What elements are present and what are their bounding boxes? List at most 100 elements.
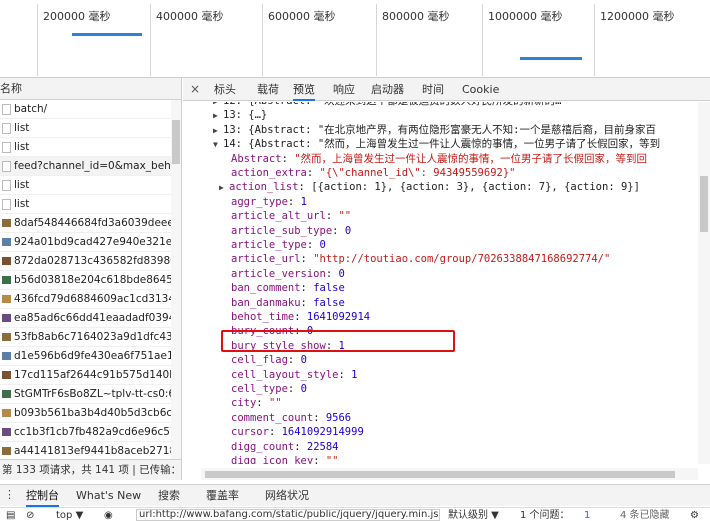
preview-line[interactable]: Abstract: "然而，上海曾发生过一件让人震惊的事情，一位男子请了长假回家… xyxy=(231,152,647,166)
hidden-count: 4 条已隐藏 xyxy=(620,510,670,521)
drawer-tab[interactable]: 搜索 xyxy=(158,485,180,507)
expand-arrow-icon[interactable]: ▶ xyxy=(213,124,223,138)
request-row[interactable]: d1e596b6d9fe430ea6f751ae14 xyxy=(0,347,181,366)
preview-scrollbar[interactable] xyxy=(698,102,710,464)
request-name: 872da028713c436582fd839802 xyxy=(14,255,181,267)
property-value: 0 xyxy=(344,224,352,237)
preview-line[interactable]: digg_count: 22584 xyxy=(231,440,338,454)
request-row[interactable]: 53fb8ab6c7164023a9d1dfc43bf xyxy=(0,328,181,347)
tab-2[interactable]: 载荷 xyxy=(257,78,279,101)
request-row[interactable]: list xyxy=(0,195,181,214)
preview-line[interactable]: city: "" xyxy=(231,396,282,410)
tab-4[interactable]: 响应 xyxy=(333,78,355,101)
name-column-header[interactable]: 名称 xyxy=(0,78,181,100)
request-row[interactable]: 436fcd79d6884609ac1cd3134cf xyxy=(0,290,181,309)
tab-5[interactable]: 启动器 xyxy=(371,78,404,101)
request-name: StGMTrF6sBo8ZL~tplv-tt-cs0:64 xyxy=(14,388,181,400)
preview-line[interactable]: ▶ 13: {Abstract: "在北京地产界，有两位隐形富豪无人不知:一个是慈… xyxy=(213,123,656,137)
preview-line[interactable]: ▼ 14: {Abstract: "然而，上海曾发生过一件让人震惊的事情，一位男子… xyxy=(213,137,660,151)
preview-line[interactable]: cell_flag: 0 xyxy=(231,353,307,367)
request-row[interactable]: list xyxy=(0,176,181,195)
sidebar-toggle-icon[interactable]: ▤ xyxy=(6,509,15,521)
request-name: 436fcd79d6884609ac1cd3134cf xyxy=(14,293,181,305)
preview-line[interactable]: article_sub_type: 0 xyxy=(231,224,351,238)
tab-6[interactable]: 时间 xyxy=(422,78,444,101)
request-row[interactable]: b56d03818e204c618bde86456b xyxy=(0,271,181,290)
expand-arrow-icon[interactable]: ▶ xyxy=(213,109,223,123)
request-row[interactable]: 8daf548446684fd3a6039deeee1 xyxy=(0,214,181,233)
drawer-tab[interactable]: 网络状况 xyxy=(265,485,309,507)
request-row[interactable]: 924a01bd9cad427e940e321ea4 xyxy=(0,233,181,252)
preview-line[interactable]: article_type: 0 xyxy=(231,238,326,252)
detail-tabs: × 标头 载荷 预览 响应 启动器 时间 Cookie xyxy=(183,78,710,101)
context-selector[interactable]: top ▼ xyxy=(56,509,83,521)
property-key: article_alt_url xyxy=(231,210,326,223)
image-thumbnail-icon xyxy=(2,314,11,322)
tab-3[interactable]: 预览 xyxy=(293,78,315,101)
request-row[interactable]: b093b561ba3b4d40b5d3cb6c5 xyxy=(0,404,181,423)
eye-icon[interactable]: ◉ xyxy=(104,509,113,521)
property-key: aggr_type xyxy=(231,195,288,208)
preview-hscrollbar[interactable] xyxy=(201,468,698,480)
menu-icon[interactable]: ⋮ xyxy=(4,488,15,501)
drawer-tab[interactable]: What's New xyxy=(76,485,141,507)
request-name: batch/ xyxy=(14,103,48,115)
request-row[interactable]: list xyxy=(0,119,181,138)
request-row[interactable]: StGMTrF6sBo8ZL~tplv-tt-cs0:64 xyxy=(0,385,181,404)
preview-line[interactable]: cell_type: 0 xyxy=(231,382,307,396)
preview-line[interactable]: action_extra: "{\"channel_id\": 94349559… xyxy=(231,166,515,180)
preview-line[interactable]: ▶ action_list: [{action: 1}, {action: 3},… xyxy=(219,180,640,194)
preview-line[interactable]: cell_layout_style: 1 xyxy=(231,368,357,382)
request-row[interactable]: list xyxy=(0,138,181,157)
preview-line[interactable]: comment_count: 9566 xyxy=(231,411,351,425)
preview-line[interactable]: aggr_type: 1 xyxy=(231,195,307,209)
preview-line[interactable]: digg_icon_key: "" xyxy=(231,454,339,464)
request-row[interactable]: 17cd115af2644c91b575d140b6 xyxy=(0,366,181,385)
preview-line[interactable]: article_url: "http://toutiao.com/group/7… xyxy=(231,252,610,266)
image-thumbnail-icon xyxy=(2,447,11,455)
request-row[interactable]: 872da028713c436582fd839802 xyxy=(0,252,181,271)
expand-arrow-icon[interactable]: ▶ xyxy=(219,181,229,195)
tab-7[interactable]: Cookie xyxy=(462,78,499,101)
property-value: "" xyxy=(268,397,282,410)
drawer-tab[interactable]: 覆盖率 xyxy=(206,485,239,507)
timeline-gridline xyxy=(37,4,38,76)
preview-line[interactable]: behot_time: 1641092914 xyxy=(231,310,370,324)
timeline-bar xyxy=(520,57,582,60)
request-name: list xyxy=(14,179,30,191)
tree-node-summary: 12: {Abstract: "欢迎来到这个都是被运费的数人好民所发的新新的…" xyxy=(223,102,568,107)
request-name: feed?channel_id=0&max_behot xyxy=(14,160,181,172)
preview-line[interactable]: ▶ 13: {…} xyxy=(213,108,267,122)
tab-1[interactable]: 标头 xyxy=(214,78,236,101)
preview-line[interactable]: article_alt_url: "" xyxy=(231,209,351,223)
drawer-tab[interactable]: 控制台 xyxy=(26,485,59,507)
property-value: 0 xyxy=(319,239,326,251)
request-row[interactable]: ea85ad6c66dd41eaadadf0394d xyxy=(0,309,181,328)
preview-line[interactable]: article_version: 0 xyxy=(231,267,345,281)
clear-console-icon[interactable]: ⊘ xyxy=(26,509,34,521)
close-icon[interactable]: × xyxy=(190,82,200,96)
property-value: 0 xyxy=(300,383,307,395)
expand-arrow-icon[interactable]: ▼ xyxy=(213,138,223,152)
request-name: 8daf548446684fd3a6039deeee1 xyxy=(14,217,181,229)
highlight-box xyxy=(221,330,455,352)
request-list-scrollbar[interactable] xyxy=(171,100,181,460)
property-key: cell_flag xyxy=(231,354,288,367)
property-value: [{action: 1}, {action: 3}, {action: 7}, … xyxy=(311,181,640,194)
request-row[interactable]: feed?channel_id=0&max_behot xyxy=(0,157,181,176)
network-timeline-overview[interactable]: 200000 毫秒 400000 毫秒 600000 毫秒 800000 毫秒 1000… xyxy=(0,0,710,78)
settings-icon[interactable]: ⚙ xyxy=(690,509,699,521)
timeline-gridline xyxy=(150,4,151,76)
timeline-tick-label: 600000 毫秒 xyxy=(268,10,336,23)
property-value: "" xyxy=(338,210,352,223)
issues-button[interactable]: 1 个问题： xyxy=(520,509,570,521)
preview-line[interactable]: ban_comment: false xyxy=(231,281,345,295)
request-row[interactable]: batch/ xyxy=(0,100,181,119)
preview-line[interactable]: cursor: 1641092914999 xyxy=(231,425,364,439)
log-level-select[interactable]: 默认级别 ▼ xyxy=(448,509,499,521)
property-key: ban_danmaku xyxy=(231,296,301,309)
console-filter-input[interactable]: url:http://www.bafang.com/static/public/… xyxy=(136,509,440,521)
request-row[interactable]: cc1b3f1cb7fb482a9cd6e96c57b xyxy=(0,423,181,442)
request-name: d1e596b6d9fe430ea6f751ae14 xyxy=(14,350,181,362)
preview-line[interactable]: ban_danmaku: false xyxy=(231,296,345,310)
